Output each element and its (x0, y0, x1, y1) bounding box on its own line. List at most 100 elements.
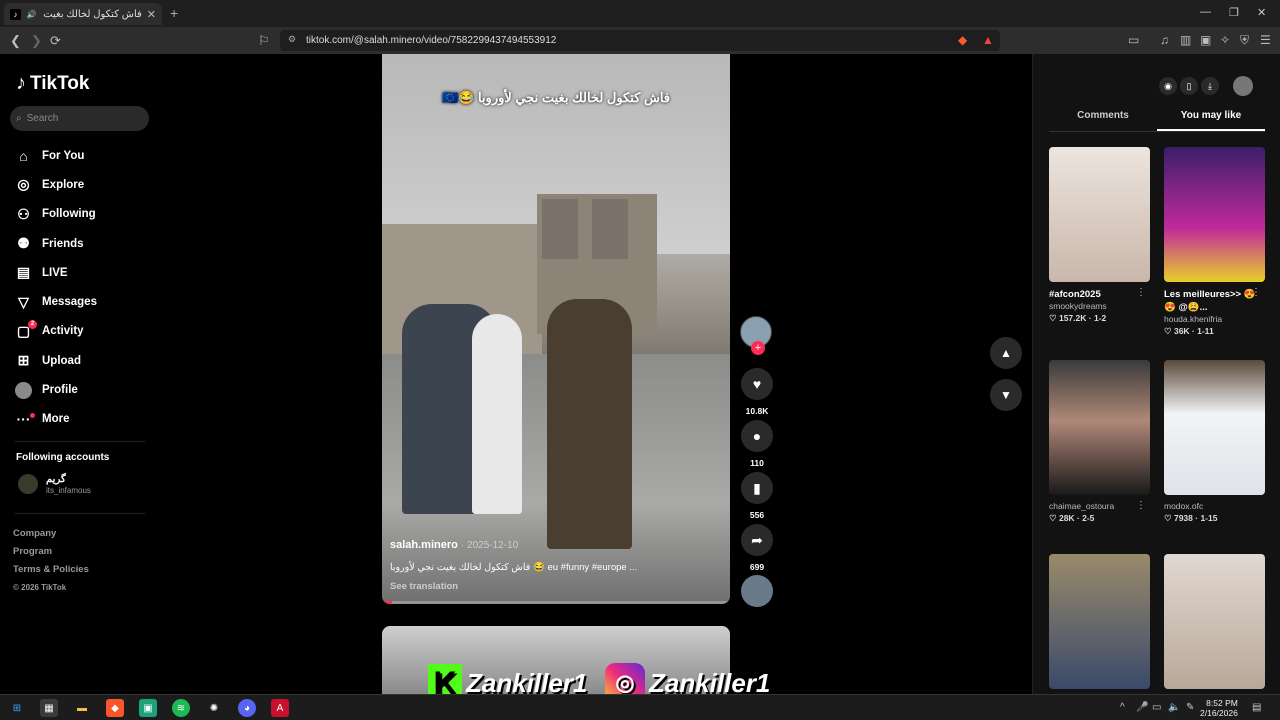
terminal-icon[interactable]: ▣ (139, 699, 157, 717)
adobe-icon[interactable]: A (271, 699, 289, 717)
suggested-video-card[interactable]: ⋮ chaimae_ostoura ♡ 28K · 2-5 (1049, 360, 1150, 524)
save-button[interactable]: ▮ 556 (740, 472, 774, 520)
vpn-icon[interactable]: ⛨ (1240, 33, 1249, 48)
system-clock[interactable]: 8:52 PM 2/16/2026 (1200, 698, 1238, 718)
video-thumbnail[interactable] (1164, 147, 1265, 282)
store-icon[interactable]: ▦ (40, 699, 58, 717)
video-author[interactable]: salah.minero · 2025-12-10 (390, 539, 518, 551)
next-video-button[interactable]: ▼ (990, 379, 1022, 411)
spotify-icon[interactable]: ≋ (172, 699, 190, 717)
network-icon[interactable]: ▭ (1152, 702, 1161, 713)
close-window-button[interactable]: ✕ (1257, 6, 1266, 19)
leo-icon[interactable]: ✧ (1220, 33, 1230, 47)
video-thumbnail[interactable] (1049, 147, 1150, 282)
sidebar-item-for-you[interactable]: ⌂ For You (15, 141, 97, 170)
video-thumbnail[interactable] (1164, 554, 1265, 689)
search-input[interactable]: ⌕ Search (10, 106, 149, 131)
search-icon: ⌕ (16, 113, 22, 124)
sidebar-item-activity[interactable]: ▢ 2 Activity (15, 317, 97, 346)
video-progress-bar[interactable] (382, 601, 730, 604)
suggested-video-card[interactable]: ⋮ Les meilleures>> 😍😍 @😩... houda.khenif… (1164, 147, 1265, 337)
sidebar-item-profile[interactable]: Profile (15, 375, 97, 404)
tab-close-icon[interactable]: ✕ (147, 8, 156, 21)
discord-icon[interactable]: ◕ (238, 699, 256, 717)
bookmark-icon[interactable]: ⚐ (258, 33, 270, 49)
sidebar-item-messages[interactable]: ▽ Messages (15, 287, 97, 316)
sidebar-item-more[interactable]: ··· More (15, 405, 97, 434)
device-icon[interactable]: ▯ (1180, 77, 1198, 95)
sidebar-item-upload[interactable]: ⊞ Upload (15, 346, 97, 375)
suggested-video-card[interactable]: modox.ofc ♡ 7938 · 1-15 (1164, 360, 1265, 524)
pen-icon[interactable]: ✎ (1186, 702, 1194, 713)
download-icon[interactable]: ⤓ (1201, 77, 1219, 95)
sound-disc[interactable] (740, 575, 774, 607)
video-thumbnail[interactable] (1049, 554, 1150, 689)
suggested-video-card[interactable] (1049, 554, 1150, 689)
tiktok-logo[interactable]: ♪ TikTok (16, 72, 89, 95)
followed-account[interactable]: گريم its_infamous (18, 474, 91, 495)
copyright: © 2026 TikTok (13, 583, 67, 592)
file-explorer-icon[interactable]: ▬ (73, 699, 91, 717)
footer-terms-link[interactable]: Terms & Policies (13, 561, 89, 579)
loading-app-icon[interactable]: ✺ (205, 699, 223, 717)
windows-start-icon[interactable]: ⊞ (8, 699, 26, 717)
sidebar-item-explore[interactable]: ◎ Explore (15, 170, 97, 199)
reload-icon[interactable]: ⟳ (50, 33, 61, 49)
card-author[interactable]: chaimae_ostoura (1049, 501, 1150, 511)
media-icon[interactable]: ♫ (1160, 33, 1169, 47)
creator-avatar[interactable]: + (740, 316, 772, 355)
footer-program-link[interactable]: Program (13, 543, 89, 561)
back-icon[interactable]: ❮ (10, 33, 21, 49)
tab-comments[interactable]: Comments (1049, 110, 1157, 131)
minimize-button[interactable]: — (1200, 6, 1211, 18)
more-options-icon[interactable]: ⋮ (1136, 500, 1146, 511)
video-progress-fill (382, 601, 393, 604)
card-author[interactable]: modox.ofc (1164, 501, 1265, 511)
brave-browser-icon[interactable]: ◆ (106, 699, 124, 717)
compass-icon[interactable]: ◉ (1159, 77, 1177, 95)
profile-avatar (15, 381, 32, 399)
chevron-up-icon: ▲ (1000, 346, 1012, 360)
sidebar-item-friends[interactable]: ⚉ Friends (15, 229, 97, 258)
suggested-video-card[interactable] (1164, 554, 1265, 689)
notifications-icon[interactable]: ▤ (1252, 702, 1261, 713)
sidebar-item-following[interactable]: ⚇ Following (15, 200, 97, 229)
wallet-icon[interactable]: ▣ (1200, 33, 1211, 47)
audio-playing-icon[interactable]: 🔊 (26, 9, 37, 20)
see-translation-link[interactable]: See translation (390, 581, 458, 592)
new-tab-button[interactable]: + (170, 5, 178, 21)
forward-icon[interactable]: ❯ (31, 33, 42, 49)
follow-plus-icon[interactable]: + (751, 341, 765, 355)
video-thumbnail[interactable] (1164, 360, 1265, 495)
user-avatar[interactable] (1233, 76, 1253, 96)
microphone-icon[interactable]: 🎤 (1136, 702, 1148, 713)
comment-button[interactable]: ● 110 (740, 420, 774, 468)
maximize-button[interactable]: ❐ (1229, 6, 1239, 19)
video-player[interactable]: فاش كتكول لخالك بغيت نجي لأوروبا 😂🇪🇺 sal… (382, 54, 730, 604)
chevron-up-icon[interactable]: ^ (1120, 702, 1125, 713)
site-info-icon[interactable]: ⚙ (288, 34, 296, 45)
brave-rewards-icon[interactable]: ▲ (982, 33, 994, 47)
menu-icon[interactable]: ☰ (1260, 33, 1271, 47)
sidebar-item-label: Messages (42, 296, 97, 309)
more-options-icon[interactable]: ⋮ (1136, 287, 1146, 298)
url-field[interactable]: ⚙ tiktok.com/@salah.minero/video/7582299… (280, 30, 1000, 51)
more-options-icon[interactable]: ⋮ (1251, 287, 1261, 298)
tab-you-may-like[interactable]: You may like (1157, 110, 1265, 131)
browser-tab[interactable]: ♪ 🔊 فاش كتكول لخالك بغيت نجي لأ ✕ (4, 3, 162, 25)
volume-icon[interactable]: 🔈 (1168, 702, 1180, 713)
sidebar-toggle-icon[interactable]: ▭ (1128, 33, 1139, 47)
like-button[interactable]: ♥ 10.8K (740, 368, 774, 416)
footer-company-link[interactable]: Company (13, 525, 89, 543)
card-author[interactable]: smookydreams (1049, 301, 1150, 311)
sidebar-item-live[interactable]: ▤ LIVE (15, 258, 97, 287)
reader-icon[interactable]: ▥ (1180, 33, 1191, 47)
share-button[interactable]: ➦ 699 (740, 524, 774, 572)
card-author[interactable]: houda.khenifria (1164, 314, 1265, 324)
suggested-video-card[interactable]: ⋮ #afcon2025 smookydreams ♡ 157.2K · 1-2 (1049, 147, 1150, 324)
brave-shields-icon[interactable]: ◆ (958, 33, 967, 47)
right-panel: ◉ ▯ ⤓ Comments You may like ⋮ #afcon2025… (1032, 54, 1280, 694)
previous-video-button[interactable]: ▲ (990, 337, 1022, 369)
video-thumbnail[interactable] (1049, 360, 1150, 495)
video-username[interactable]: salah.minero (390, 539, 458, 551)
